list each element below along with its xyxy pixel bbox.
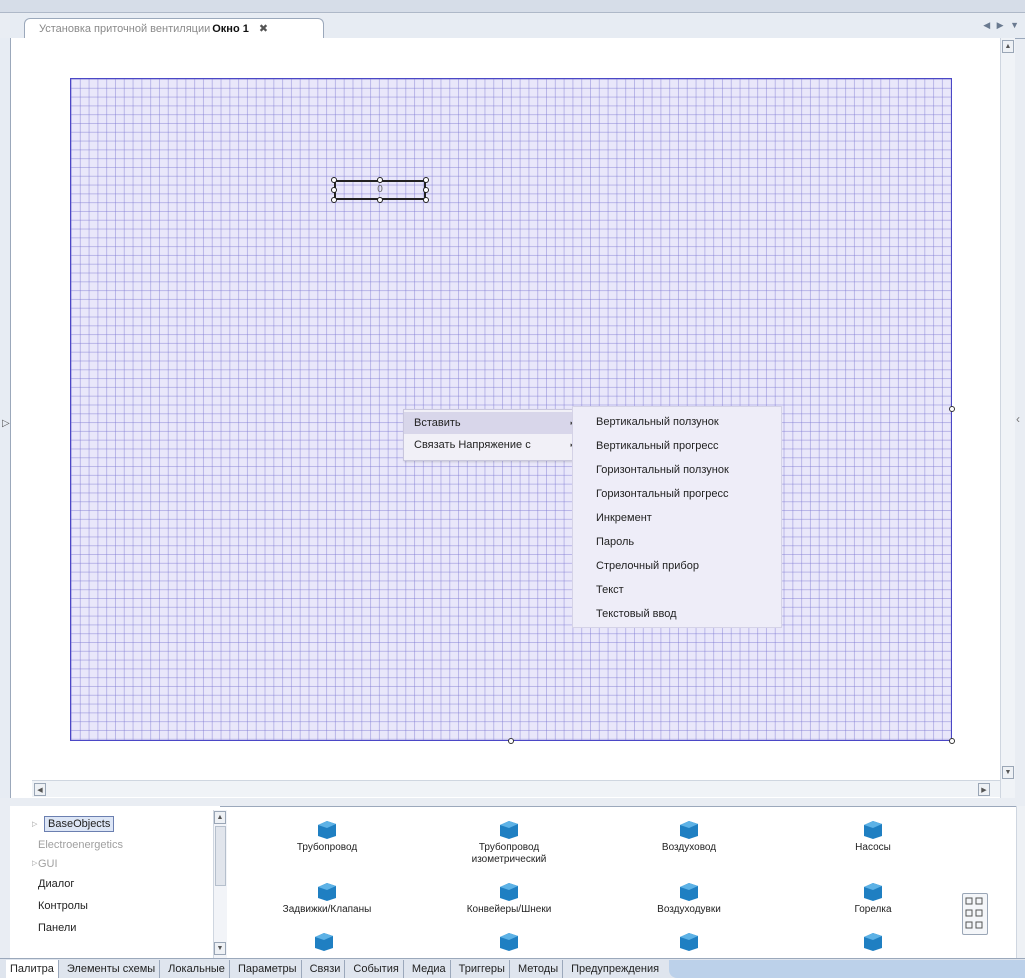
widget-handle-l[interactable] xyxy=(331,187,337,193)
widget-handle-bl[interactable] xyxy=(331,197,337,203)
tab-links[interactable]: Связи xyxy=(300,959,345,978)
tree-item[interactable]: BaseObjects xyxy=(44,816,115,832)
tree-item[interactable]: Electroenergetics xyxy=(38,839,123,851)
folder-icon xyxy=(680,883,698,901)
vertical-scrollbar[interactable]: ▲ ▼ xyxy=(1000,38,1015,798)
widget-handle-tl[interactable] xyxy=(331,177,337,183)
palette-category[interactable]: Горелка xyxy=(808,880,938,916)
folder-icon xyxy=(864,883,882,901)
tab-parameters[interactable]: Параметры xyxy=(228,959,301,978)
tab-events[interactable]: События xyxy=(344,959,402,978)
expand-right-panel-icon[interactable]: ‹ xyxy=(1016,412,1020,426)
submenu-item[interactable]: Стрелочный прибор xyxy=(573,554,781,578)
tab-schema-elements[interactable]: Элементы схемы xyxy=(57,959,159,978)
folder-icon xyxy=(318,821,336,839)
tab-locals[interactable]: Локальные xyxy=(159,959,229,978)
submenu-item[interactable]: Горизонтальный прогресс xyxy=(573,482,781,506)
category-label: Задвижки/Клапаны xyxy=(282,904,372,915)
widget-handle-t[interactable] xyxy=(377,177,383,183)
tab-methods[interactable]: Методы xyxy=(508,959,562,978)
category-label: Насосы xyxy=(855,842,891,853)
insert-submenu: Вертикальный ползунок Вертикальный прогр… xyxy=(572,406,782,628)
palette-scrollbar[interactable] xyxy=(1016,806,1025,958)
category-label: Воздуховод xyxy=(661,842,717,853)
menu-item-insert[interactable]: Вставить ▸ xyxy=(404,412,582,434)
expand-left-panel-icon[interactable]: ▷ xyxy=(2,418,10,429)
scroll-up-icon[interactable]: ▲ xyxy=(1002,40,1014,53)
folder-icon xyxy=(500,883,518,901)
palette-category[interactable]: Трубопровод xyxy=(262,818,392,854)
category-label: Горелка xyxy=(854,904,892,915)
submenu-item[interactable]: Текстовый ввод xyxy=(573,602,781,626)
scroll-down-icon[interactable]: ▼ xyxy=(214,942,226,955)
menu-item-label: Связать Напряжение с xyxy=(414,439,531,451)
submenu-item[interactable]: Инкремент xyxy=(573,506,781,530)
category-label-line2: изометрический xyxy=(471,854,547,865)
scroll-down-icon[interactable]: ▼ xyxy=(1002,766,1014,779)
submenu-item[interactable]: Горизонтальный ползунок xyxy=(573,458,781,482)
widget-handle-r[interactable] xyxy=(423,187,429,193)
widget-handle-br[interactable] xyxy=(423,197,429,203)
category-label: Конвейеры/Шнеки xyxy=(466,904,552,915)
folder-icon xyxy=(500,821,518,839)
expander-icon[interactable]: ▷ xyxy=(32,820,37,828)
palette-category[interactable]: Воздуходувки xyxy=(624,880,754,916)
menu-item-label: Вставить xyxy=(414,417,461,429)
tree-item[interactable]: Контролы xyxy=(38,900,88,912)
scroll-right-icon[interactable]: ▶ xyxy=(978,783,990,796)
submenu-item[interactable]: Вертикальный прогресс xyxy=(573,434,781,458)
menu-item-link-voltage[interactable]: Связать Напряжение с ▸ xyxy=(404,434,582,456)
palette-category[interactable]: Насосы xyxy=(808,818,938,854)
library-tree: ▷ BaseObjects Electroenergetics ▷ GUI Ди… xyxy=(10,806,220,958)
tab-palette[interactable]: Палитра xyxy=(6,959,58,978)
category-label: Трубопровод xyxy=(478,842,540,853)
tab-warnings[interactable]: Предупреждения xyxy=(562,959,663,978)
category-label: Трубопровод xyxy=(296,842,358,853)
scroll-left-icon[interactable]: ◀ xyxy=(34,783,46,796)
tab-okno-1[interactable]: Установка приточной вентиляции Окно 1 ✖ xyxy=(24,18,324,38)
close-icon[interactable]: ✖ xyxy=(259,22,268,35)
tree-scrollbar[interactable]: ▲ ▼ xyxy=(213,810,227,958)
category-label: Воздуходувки xyxy=(657,904,721,915)
view-mode-grid-icon[interactable] xyxy=(962,893,988,935)
tree-item[interactable]: Панели xyxy=(38,922,76,934)
horizontal-scrollbar[interactable] xyxy=(32,780,1000,797)
widget-value: 0 xyxy=(377,184,383,195)
tree-item[interactable]: GUI xyxy=(38,858,58,870)
top-toolbar-strip xyxy=(0,0,1025,13)
tab-scroll-icon[interactable]: ◀ ▶ ▼ xyxy=(983,20,1021,31)
scroll-up-icon[interactable]: ▲ xyxy=(214,811,226,824)
palette-category[interactable]: Воздуховод xyxy=(624,818,754,854)
folder-icon[interactable] xyxy=(861,930,885,952)
tree-item[interactable]: Диалог xyxy=(38,878,74,890)
palette-category[interactable]: Трубопровод изометрический xyxy=(444,818,574,866)
expander-icon[interactable]: ▷ xyxy=(32,859,37,867)
submenu-item[interactable]: Вертикальный ползунок xyxy=(573,410,781,434)
folder-icon xyxy=(864,821,882,839)
folder-icon xyxy=(318,883,336,901)
canvas-resize-handle-corner[interactable] xyxy=(949,738,955,744)
context-menu: Вставить ▸ Связать Напряжение с ▸ xyxy=(403,409,583,461)
canvas-resize-handle-right[interactable] xyxy=(949,406,955,412)
canvas-resize-handle-bottom[interactable] xyxy=(508,738,514,744)
submenu-item[interactable]: Пароль xyxy=(573,530,781,554)
widget-handle-tr[interactable] xyxy=(423,177,429,183)
folder-icon xyxy=(680,821,698,839)
folder-icon[interactable] xyxy=(677,930,701,952)
widget-handle-b[interactable] xyxy=(377,197,383,203)
tab-title: Окно 1 xyxy=(212,22,249,35)
folder-icon[interactable] xyxy=(312,930,336,952)
tab-media[interactable]: Медиа xyxy=(402,959,450,978)
palette-category[interactable]: Задвижки/Клапаны xyxy=(262,880,392,916)
document-tab-strip: Установка приточной вентиляции Окно 1 ✖ … xyxy=(10,14,1025,39)
palette-category[interactable]: Конвейеры/Шнеки xyxy=(444,880,574,916)
tab-triggers[interactable]: Триггеры xyxy=(449,959,509,978)
tab-path: Установка приточной вентиляции xyxy=(39,22,211,35)
folder-icon[interactable] xyxy=(497,930,521,952)
submenu-item[interactable]: Текст xyxy=(573,578,781,602)
tab-bar-filler xyxy=(669,959,1025,978)
bottom-tab-bar: Палитра Элементы схемы Локальные Парамет… xyxy=(0,958,1025,978)
scroll-thumb[interactable] xyxy=(215,826,226,886)
